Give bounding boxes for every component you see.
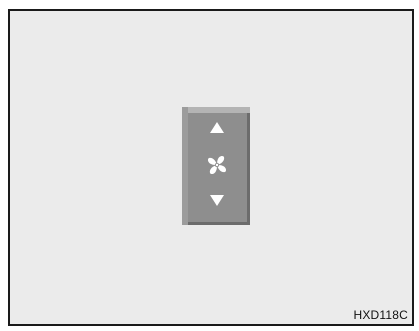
- triangle-down-icon[interactable]: [210, 195, 224, 206]
- figure-frame: HXD118C: [0, 0, 419, 331]
- illustration-panel: HXD118C: [8, 9, 414, 326]
- figure-code: HXD118C: [353, 308, 408, 322]
- triangle-up-icon[interactable]: [210, 122, 224, 133]
- fan-speed-switch[interactable]: [182, 107, 250, 225]
- fan-icon: [207, 155, 227, 175]
